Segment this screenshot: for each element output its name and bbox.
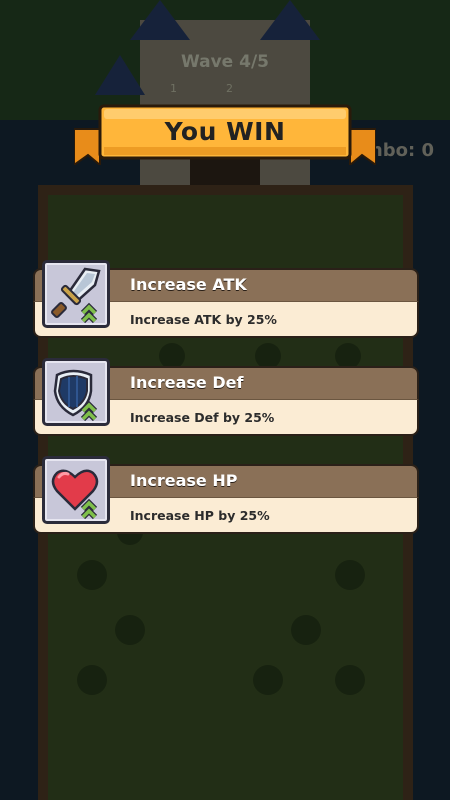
upgrade-card-atk[interactable]: Increase ATK Increase ATK by 25% — [33, 260, 419, 338]
upgrade-title: Increase HP — [130, 471, 238, 490]
shield-icon — [53, 369, 98, 422]
upgrade-description: Increase Def by 25% — [130, 410, 275, 425]
upgrade-icon-frame — [42, 260, 110, 328]
sword-icon — [51, 267, 101, 324]
upgrade-card-hp[interactable]: Increase HP Increase HP by 25% — [33, 456, 419, 534]
wave-stat-a: 1 — [170, 82, 177, 95]
upgrade-icon-frame — [42, 358, 110, 426]
wave-stat-b: 2 — [225, 82, 233, 95]
win-title: You WIN — [164, 117, 286, 146]
heart-icon — [51, 469, 99, 520]
upgrade-title: Increase Def — [130, 373, 244, 392]
upgrade-icon-frame — [42, 456, 110, 524]
wave-counter: Wave 4/5 — [180, 52, 269, 72]
upgrade-description: Increase HP by 25% — [130, 508, 270, 523]
wave-stats: 1 2 — [170, 82, 233, 95]
upgrade-title: Increase ATK — [130, 275, 247, 294]
upgrade-description: Increase ATK by 25% — [130, 312, 277, 327]
upgrade-card-def[interactable]: Increase Def Increase Def by 25% — [33, 358, 419, 436]
